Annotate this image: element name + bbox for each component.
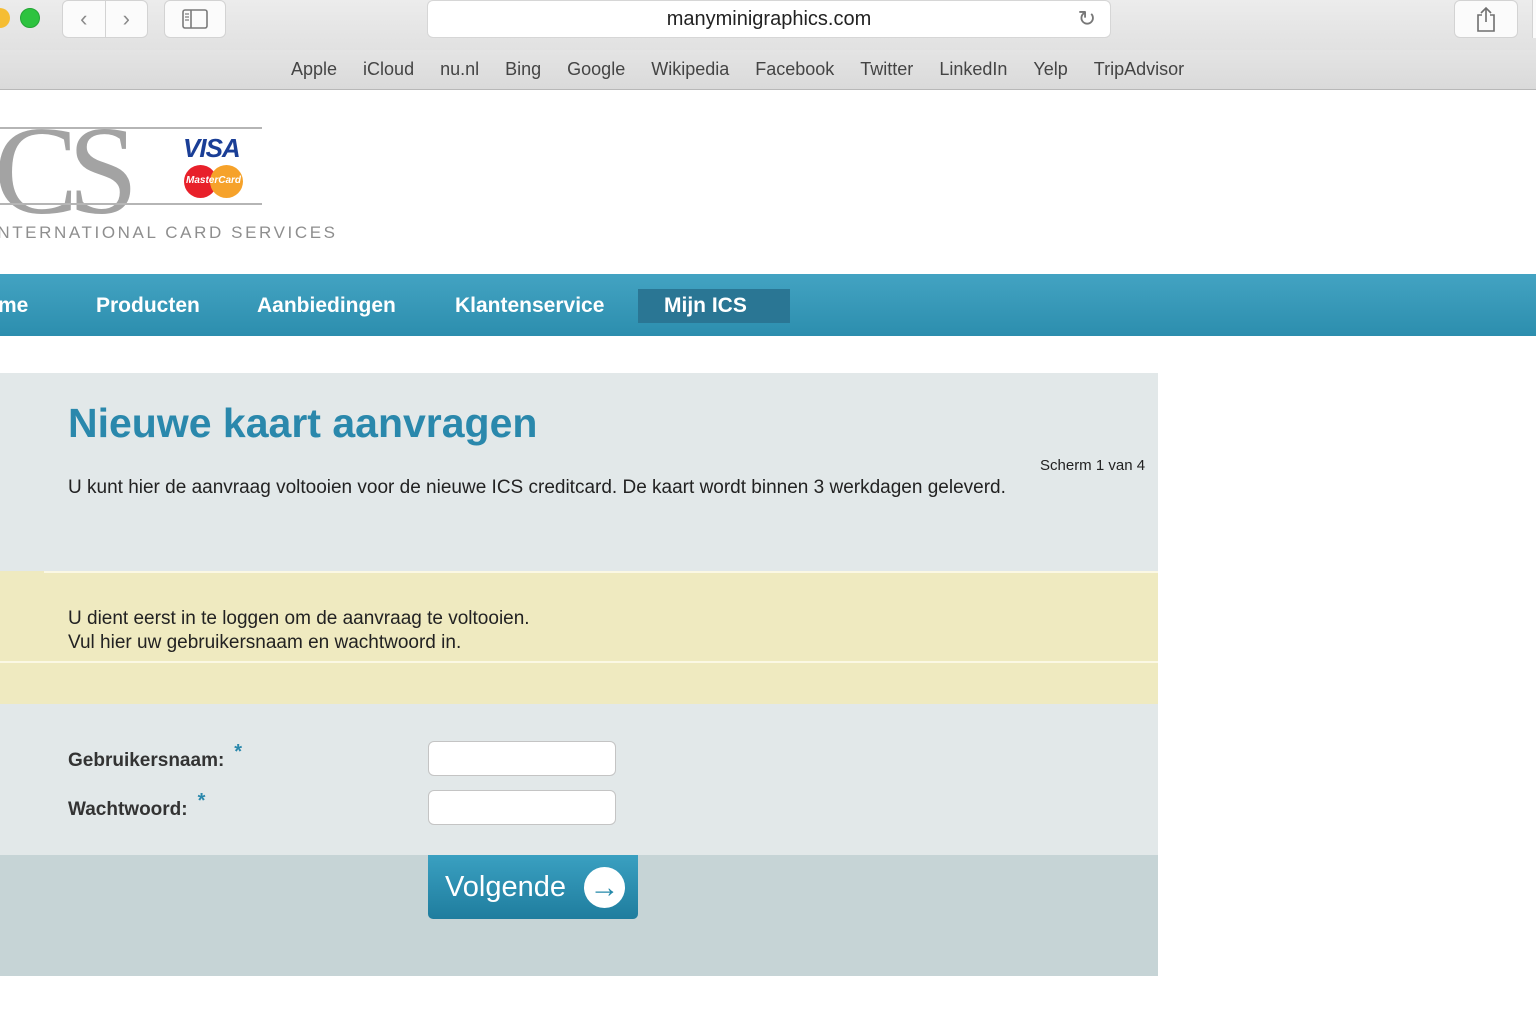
url-text: manyminigraphics.com xyxy=(666,7,872,30)
favorite-facebook[interactable]: Facebook xyxy=(742,59,847,80)
logo-ics-letters: ICS xyxy=(0,102,138,241)
mastercard-logo-text: MasterCard xyxy=(186,175,242,186)
nav-item-producten[interactable]: Producten xyxy=(96,289,200,323)
chevron-left-icon[interactable]: ‹ xyxy=(63,1,106,37)
favorite-bing[interactable]: Bing xyxy=(492,59,554,80)
intro-text: U kunt hier de aanvraag voltooien voor d… xyxy=(68,477,1006,498)
form-actions: Volgende → xyxy=(0,855,1158,976)
arrow-right-circle-icon: → xyxy=(584,867,625,908)
page-title: Nieuwe kaart aanvragen xyxy=(68,400,538,446)
nav-item-mijn-ics[interactable]: Mijn ICS xyxy=(638,289,790,323)
password-label: Wachtwoord: * xyxy=(68,790,205,821)
favorite-icloud[interactable]: iCloud xyxy=(350,59,427,80)
sidebar-toggle-button[interactable] xyxy=(164,0,226,38)
username-label-text: Gebruikersnaam: xyxy=(68,750,225,771)
notice-line-1: U dient eerst in te loggen om de aanvraa… xyxy=(68,608,530,629)
step-indicator: Scherm 1 van 4 xyxy=(1040,457,1146,474)
password-label-text: Wachtwoord: xyxy=(68,799,188,820)
favorite-google[interactable]: Google xyxy=(554,59,638,80)
favorite-tripadvisor[interactable]: TripAdvisor xyxy=(1081,59,1197,80)
favorite-yelp[interactable]: Yelp xyxy=(1020,59,1080,80)
favorites-bar: Apple iCloud nu.nl Bing Google Wikipedia… xyxy=(0,50,1536,90)
visa-logo: VISA xyxy=(183,133,241,163)
ics-logo[interactable]: ICS VISA MasterCard INTERNATIONAL CARD S… xyxy=(0,102,335,255)
toolbar-edge xyxy=(1532,0,1536,38)
notice-divider-top xyxy=(44,571,1158,573)
history-nav-group: ‹ › xyxy=(62,0,148,38)
notice-line-2: Vul hier uw gebruikersnaam en wachtwoord… xyxy=(68,632,462,653)
next-button-label: Volgende xyxy=(445,870,566,903)
intro-panel: Nieuwe kaart aanvragen Scherm 1 van 4 U … xyxy=(0,373,1158,571)
reload-icon[interactable]: ↻ xyxy=(1078,6,1096,32)
password-input[interactable] xyxy=(428,790,616,825)
logo-subtitle: INTERNATIONAL CARD SERVICES xyxy=(0,223,338,242)
favorite-linkedin[interactable]: LinkedIn xyxy=(926,59,1020,80)
next-button[interactable]: Volgende → xyxy=(428,855,638,919)
sidebar-icon xyxy=(182,9,208,29)
required-asterisk: * xyxy=(197,790,206,812)
favorite-twitter[interactable]: Twitter xyxy=(847,59,926,80)
username-input[interactable] xyxy=(428,741,616,776)
favorite-wikipedia[interactable]: Wikipedia xyxy=(638,59,742,80)
nav-item-home[interactable]: Home xyxy=(0,289,28,323)
login-notice: U dient eerst in te loggen om de aanvraa… xyxy=(0,571,1158,704)
nav-item-klantenservice[interactable]: Klantenservice xyxy=(455,289,604,323)
username-label: Gebruikersnaam: * xyxy=(68,741,242,772)
share-icon xyxy=(1477,6,1495,32)
browser-toolbar: ‹ › manyminigraphics.com ↻ xyxy=(0,0,1536,50)
address-bar[interactable]: manyminigraphics.com ↻ xyxy=(427,0,1111,38)
favorite-apple[interactable]: Apple xyxy=(278,59,350,80)
favorite-nunl[interactable]: nu.nl xyxy=(427,59,492,80)
share-button[interactable] xyxy=(1454,0,1518,38)
notice-divider xyxy=(0,661,1158,663)
logo-rule-bottom xyxy=(0,203,262,205)
zoom-window-button[interactable] xyxy=(20,8,40,28)
required-asterisk: * xyxy=(234,741,243,763)
chevron-right-icon[interactable]: › xyxy=(106,1,148,37)
notice-text: U dient eerst in te loggen om de aanvraa… xyxy=(68,607,530,655)
minimize-window-button[interactable] xyxy=(0,8,10,28)
main-nav: Home Producten Aanbiedingen Klantenservi… xyxy=(0,274,1536,336)
nav-item-aanbiedingen[interactable]: Aanbiedingen xyxy=(257,289,396,323)
login-form: Gebruikersnaam: * Wachtwoord: * xyxy=(0,704,1158,855)
